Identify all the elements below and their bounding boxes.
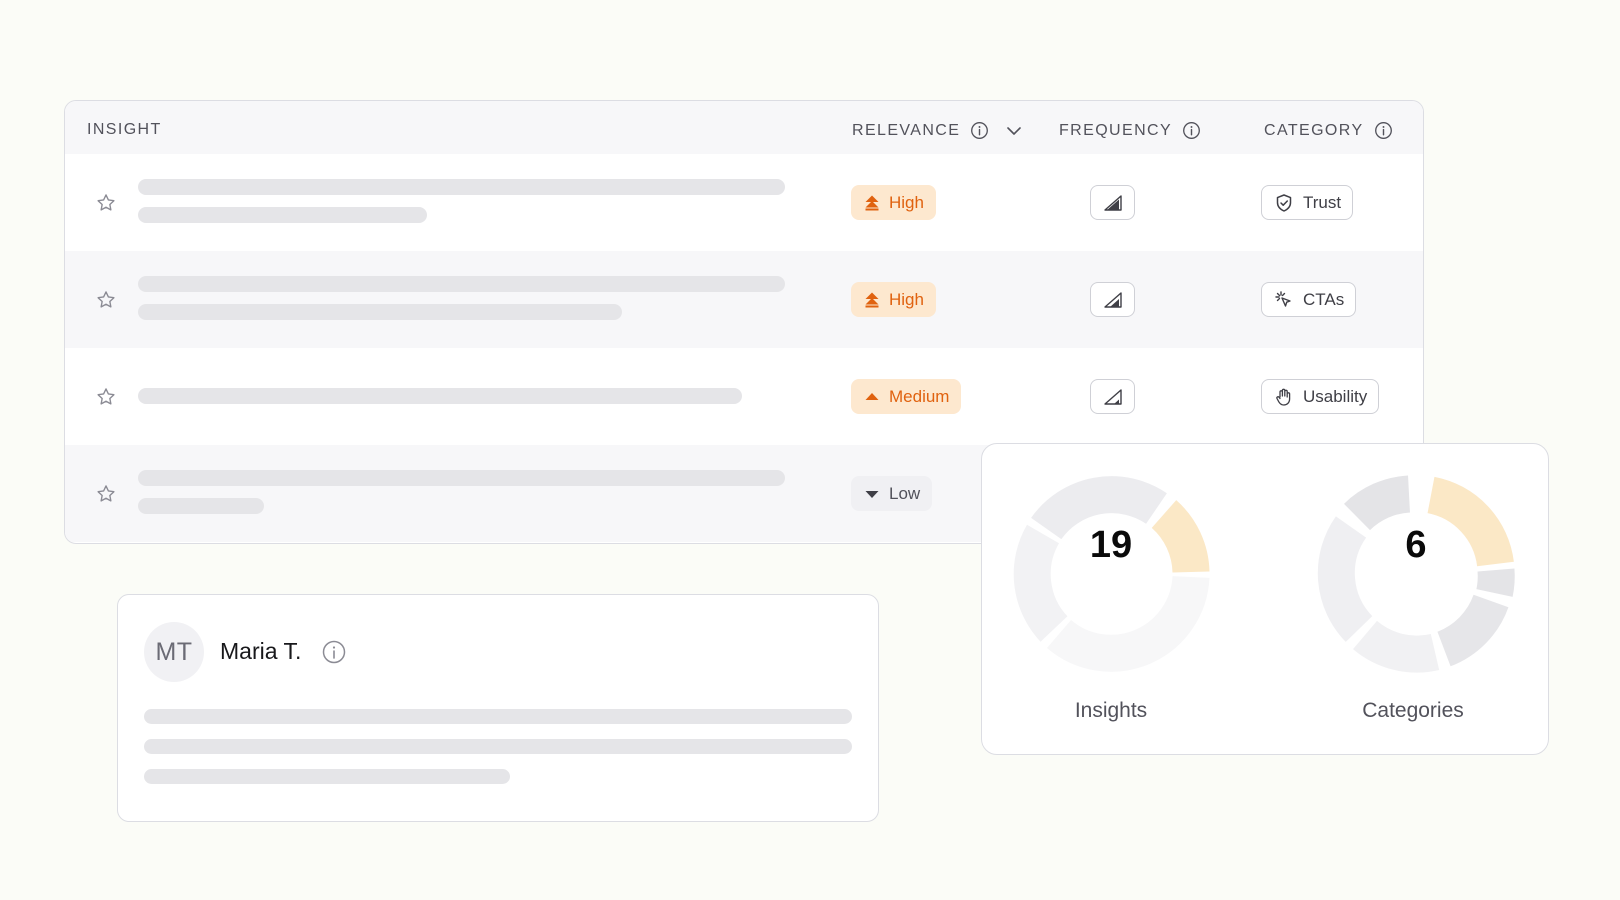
insight-text-placeholder: [138, 470, 785, 486]
star-icon[interactable]: [95, 386, 117, 408]
relevance-badge: High: [851, 185, 936, 220]
column-header-category[interactable]: CATEGORY: [1264, 121, 1393, 140]
column-header-category-label: CATEGORY: [1264, 121, 1364, 139]
double-chevron-up-icon: [865, 292, 879, 307]
quote-text-placeholder: [144, 769, 510, 784]
insight-text-placeholder: [138, 388, 742, 404]
chevron-down-icon[interactable]: [1005, 122, 1023, 140]
person-card: MT Maria T.: [117, 594, 879, 822]
insights-count: 19: [1089, 524, 1133, 566]
quote-text-placeholder: [144, 739, 852, 754]
info-icon[interactable]: [1182, 121, 1201, 140]
relevance-badge: Medium: [851, 379, 962, 414]
category-badge[interactable]: Trust: [1261, 185, 1354, 220]
column-header-insight[interactable]: INSIGHT: [87, 121, 162, 139]
quote-text-placeholder: [144, 709, 852, 724]
table-header: INSIGHT RELEVANCE FREQUENCY CATEGORY: [65, 101, 1423, 154]
relevance-label: Medium: [889, 386, 950, 406]
category-badge[interactable]: CTAs: [1261, 282, 1357, 317]
insight-text-placeholder: [138, 304, 622, 320]
relevance-label: Low: [889, 483, 921, 503]
categories-donut-chart: [1317, 475, 1515, 673]
frequency-indicator[interactable]: [1090, 282, 1135, 317]
category-label: CTAs: [1303, 289, 1345, 309]
insight-text-placeholder: [138, 207, 427, 223]
column-header-frequency-label: FREQUENCY: [1059, 121, 1173, 139]
frequency-indicator[interactable]: [1090, 379, 1135, 414]
info-icon[interactable]: [1374, 121, 1393, 140]
info-icon[interactable]: [322, 640, 346, 664]
category-label: Trust: [1303, 192, 1342, 212]
relevance-badge: Low: [851, 476, 933, 511]
table-row[interactable]: High CTAs: [65, 251, 1423, 348]
signal-bars-icon: [1103, 194, 1122, 211]
categories-label: Categories: [1362, 699, 1464, 722]
avatar-initials: MT: [155, 637, 193, 666]
insight-text-placeholder: [138, 179, 785, 195]
column-header-relevance-label: RELEVANCE: [852, 121, 961, 139]
donut-segment: [1436, 594, 1509, 667]
frequency-indicator[interactable]: [1090, 185, 1135, 220]
info-icon[interactable]: [970, 121, 989, 140]
signal-bars-icon: [1103, 291, 1122, 308]
donut-segment: [1046, 575, 1210, 672]
relevance-label: High: [889, 192, 924, 212]
donut-segment: [1353, 620, 1440, 673]
relevance-label: High: [889, 289, 924, 309]
signal-bars-icon: [1103, 388, 1122, 405]
donut-segment: [1343, 475, 1411, 531]
click-icon: [1275, 290, 1291, 307]
avatar: MT: [144, 622, 204, 682]
column-header-insight-label: INSIGHT: [87, 121, 162, 138]
star-icon[interactable]: [95, 192, 117, 214]
donut-segment: [1476, 568, 1515, 597]
double-chevron-up-icon: [865, 195, 879, 210]
table-row[interactable]: Medium Usability: [65, 348, 1423, 445]
category-label: Usability: [1303, 386, 1368, 406]
categories-count: 6: [1405, 524, 1427, 566]
star-icon[interactable]: [95, 483, 117, 505]
insights-donut-chart: [1013, 476, 1210, 672]
insight-text-placeholder: [138, 498, 264, 514]
insights-label: Insights: [1074, 699, 1148, 722]
column-header-relevance[interactable]: RELEVANCE: [852, 121, 1023, 140]
star-icon[interactable]: [95, 289, 117, 311]
column-header-frequency[interactable]: FREQUENCY: [1059, 121, 1201, 140]
category-badge[interactable]: Usability: [1261, 379, 1380, 414]
person-name: Maria T.: [220, 638, 302, 664]
table-row[interactable]: High Trust: [65, 154, 1423, 251]
stats-card: 19 Insights 6 Categories: [981, 443, 1549, 755]
chevron-up-icon: [865, 392, 879, 400]
hand-icon: [1276, 388, 1291, 406]
relevance-badge: High: [851, 282, 936, 317]
insight-text-placeholder: [138, 276, 785, 292]
chevron-down-icon: [865, 490, 879, 498]
shield-check-icon: [1276, 193, 1292, 212]
